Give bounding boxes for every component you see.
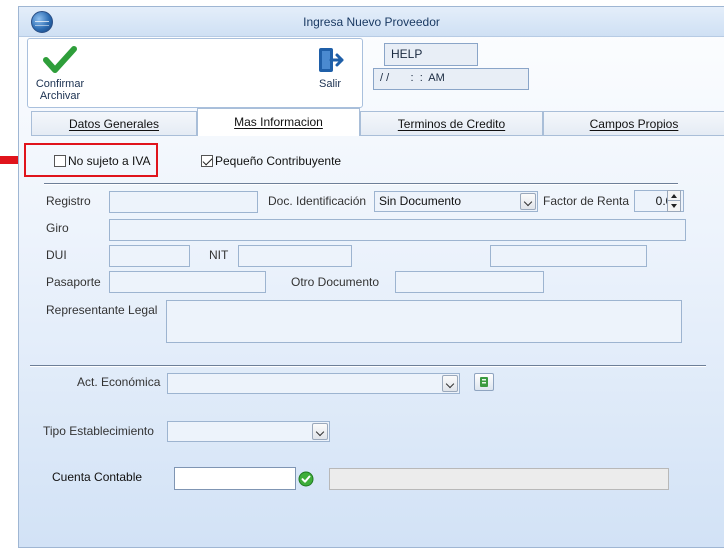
divider [44, 183, 678, 185]
tab-label: Campos Propios [589, 117, 679, 131]
representante-legal-label: Representante Legal [46, 303, 158, 317]
chevron-down-icon[interactable] [312, 423, 328, 440]
doc-identificacion-value: Sin Documento [379, 194, 462, 208]
title-bar: Ingresa Nuevo Proveedor [19, 7, 724, 37]
pequeno-contribuyente-label: Pequeño Contribuyente [215, 154, 342, 168]
cuenta-contable-input[interactable] [174, 467, 296, 490]
add-document-icon [480, 377, 488, 387]
dui-label: DUI [46, 248, 67, 262]
tab-bar: Datos Generales Mas Informacion Terminos… [31, 108, 724, 136]
tab-campos-propios[interactable]: Campos Propios [543, 111, 724, 136]
exit-door-icon [319, 48, 344, 72]
cuenta-contable-label: Cuenta Contable [52, 470, 143, 484]
spin-up-icon[interactable] [668, 191, 680, 201]
tipo-establecimiento-select[interactable] [167, 421, 330, 442]
divider [30, 365, 706, 367]
otro-documento-label: Otro Documento [291, 275, 380, 289]
tab-datos-generales[interactable]: Datos Generales [31, 111, 197, 136]
exit-button[interactable]: Salir [308, 45, 352, 90]
help-field[interactable]: HELP [384, 43, 478, 66]
otro-documento-input[interactable] [395, 271, 544, 293]
tab-terminos-credito[interactable]: Terminos de Credito [360, 111, 543, 136]
giro-input[interactable] [109, 219, 686, 241]
nit-input[interactable] [238, 245, 352, 267]
window-title: Ingresa Nuevo Proveedor [303, 15, 440, 29]
confirm-label-line1: Confirmar [35, 78, 85, 90]
act-economica-select[interactable] [167, 373, 460, 394]
tab-mas-informacion[interactable]: Mas Informacion [197, 108, 360, 136]
exit-label: Salir [318, 78, 341, 90]
cuenta-contable-description [329, 468, 669, 490]
act-economica-label: Act. Económica [77, 375, 161, 389]
act-economica-add-button[interactable] [474, 373, 494, 391]
chevron-down-icon[interactable] [520, 193, 536, 210]
representante-legal-input[interactable] [166, 300, 682, 343]
factor-renta-label: Factor de Renta [543, 194, 630, 208]
spin-down-icon[interactable] [668, 201, 680, 211]
giro-label: Giro [46, 221, 69, 235]
extra-input[interactable] [490, 245, 647, 267]
tab-label: Datos Generales [68, 117, 160, 131]
tipo-establecimiento-label: Tipo Establecimiento [43, 424, 154, 438]
tab-label: Mas Informacion [234, 115, 323, 129]
pasaporte-label: Pasaporte [46, 275, 101, 289]
no-sujeto-iva-checkbox[interactable] [54, 155, 66, 167]
datetime-field[interactable]: / / : : AM [373, 68, 529, 90]
chevron-down-icon[interactable] [442, 375, 458, 392]
checkmark-icon [43, 46, 77, 73]
dui-input[interactable] [109, 245, 190, 267]
tab-label: Terminos de Credito [397, 117, 506, 131]
no-sujeto-iva-label: No sujeto a IVA [68, 154, 151, 168]
registro-input[interactable] [109, 191, 258, 213]
factor-renta-spinner[interactable] [667, 190, 681, 212]
doc-identificacion-label: Doc. Identificación [268, 194, 367, 208]
pequeno-contribuyente-checkbox[interactable] [201, 155, 213, 167]
registro-label: Registro [46, 194, 91, 208]
pasaporte-input[interactable] [109, 271, 266, 293]
nit-label: NIT [209, 248, 229, 262]
confirm-label-line2: Archivar [39, 90, 81, 102]
validate-check-icon[interactable] [298, 471, 314, 487]
confirm-archive-button[interactable]: Confirmar Archivar [32, 45, 88, 102]
doc-identificacion-select[interactable]: Sin Documento [374, 191, 538, 212]
toolbar: Confirmar Archivar Salir [27, 38, 363, 108]
